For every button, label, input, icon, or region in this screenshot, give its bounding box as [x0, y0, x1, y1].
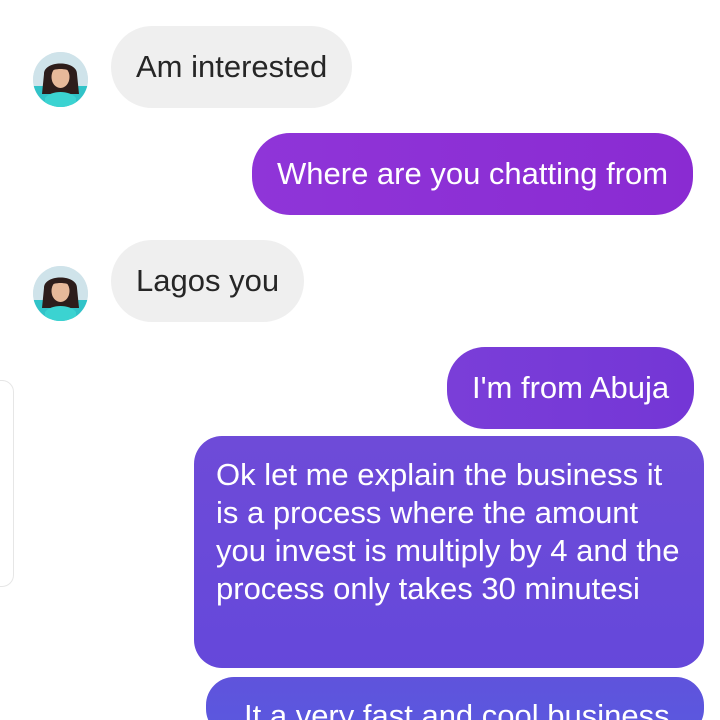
edge-panel	[0, 380, 14, 587]
message-text: Where are you chatting from	[277, 156, 669, 191]
avatar-photo	[33, 52, 88, 107]
outgoing-message[interactable]: Ok let me explain the business it is a p…	[194, 436, 704, 668]
message-text: Lagos you	[136, 263, 280, 298]
message-text: It a very fast and cool business	[244, 698, 670, 720]
chat-thread[interactable]: Am interested Where are you chatting fro…	[0, 0, 720, 720]
incoming-message[interactable]: Lagos you	[111, 240, 305, 322]
outgoing-message[interactable]: I'm from Abuja	[447, 347, 695, 429]
message-text: I'm from Abuja	[472, 370, 670, 405]
outgoing-message[interactable]: It a very fast and cool business	[206, 677, 704, 720]
message-text: Am interested	[136, 49, 328, 84]
outgoing-message[interactable]: Where are you chatting from	[252, 133, 694, 215]
message-text: Ok let me explain the business it is a p…	[216, 457, 680, 606]
incoming-message[interactable]: Am interested	[111, 26, 353, 108]
contact-avatar[interactable]	[33, 266, 88, 321]
avatar-photo	[33, 266, 88, 321]
contact-avatar[interactable]	[33, 52, 88, 107]
